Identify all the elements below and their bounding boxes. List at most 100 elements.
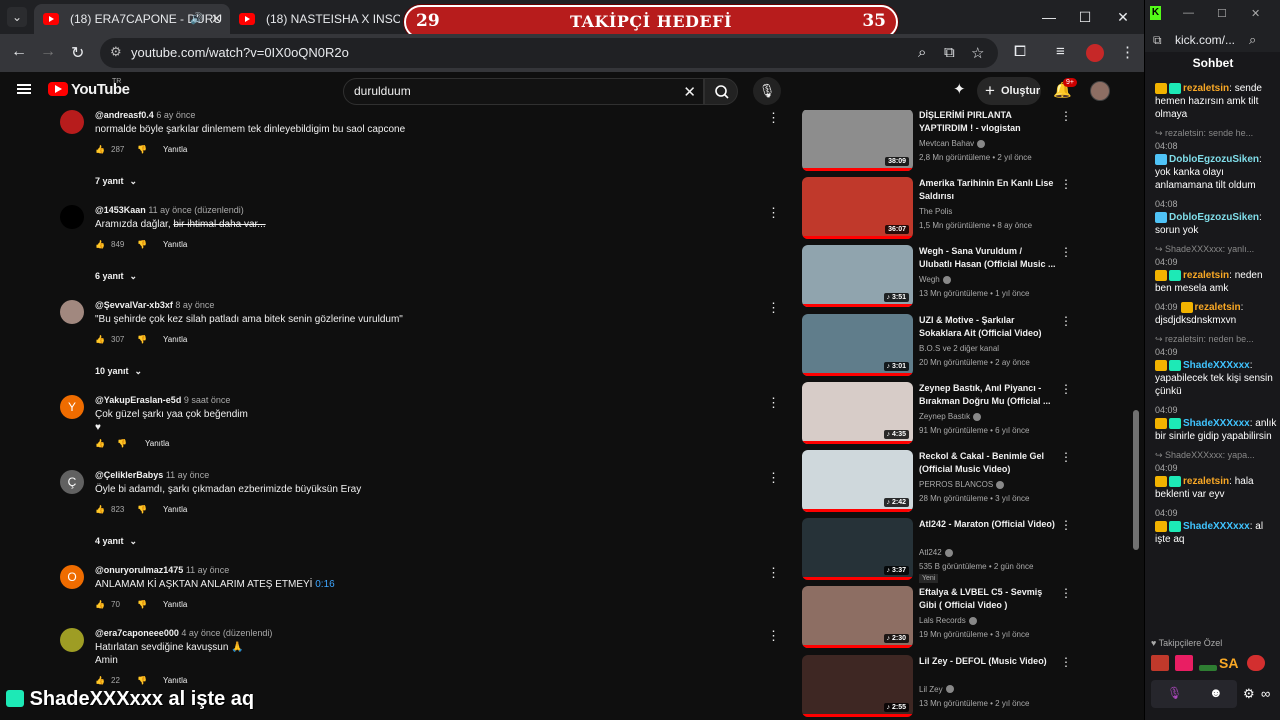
comment-author[interactable]: @1453Kaan	[95, 205, 146, 215]
emoji-icon[interactable]: ☻	[1209, 685, 1223, 700]
comment-menu-icon[interactable]: ⋮	[767, 110, 780, 126]
reply-button[interactable]: Yanıtla	[163, 676, 187, 685]
clear-search-icon[interactable]: ✕	[683, 83, 696, 101]
video-thumbnail[interactable]: 36:07	[802, 177, 913, 240]
chat-settings-icon[interactable]: ⚙	[1243, 686, 1255, 702]
video-title[interactable]: Atl242 - Maraton (Official Video)	[919, 518, 1057, 531]
bookmark-star-icon[interactable]: ☆	[971, 44, 984, 62]
recommended-video[interactable]: ♪ 2:42 Reckol & Cakal - Benimle Gel (Offi…	[802, 450, 1082, 514]
microphone-icon[interactable]: 🎙	[1167, 686, 1182, 700]
reply-preview[interactable]: ↪ ShadeXXXxxx: yanlı...	[1155, 243, 1277, 256]
reply-preview[interactable]: ↪ rezaletsin: neden be...	[1155, 333, 1277, 346]
chat-username[interactable]: DobloEgzozuSiken	[1169, 212, 1259, 223]
media-control-icon[interactable]: ≡	[1056, 43, 1065, 60]
dislike-icon[interactable]: 👎	[137, 505, 147, 514]
recommended-video[interactable]: 36:07 Amerika Tarihinin En Kanlı Lise Sal…	[802, 177, 1082, 241]
comment-time[interactable]: 9 saat önce	[184, 395, 231, 405]
like-icon[interactable]: 👍	[95, 439, 105, 448]
comment-avatar[interactable]	[60, 628, 84, 652]
recommended-video[interactable]: ♪ 2:55 Lil Zey - DEFOL (Music Video) Lil Z…	[802, 654, 1082, 719]
video-channel[interactable]: Atl242	[919, 548, 953, 557]
comment-author[interactable]: @era7caponeee000	[95, 628, 179, 638]
video-channel[interactable]: B.O.S ve 2 diğer kanal	[919, 344, 999, 353]
video-thumbnail[interactable]: 38:09	[802, 110, 913, 171]
comment-author[interactable]: @ŞevvalVar-xb3xf	[95, 300, 173, 310]
channel-name[interactable]: Atl242	[919, 548, 942, 557]
video-title[interactable]: UZI & Motive - Şarkılar Sokaklara Ait (O…	[919, 314, 1057, 340]
dislike-icon[interactable]: 👎	[117, 439, 127, 448]
comment-menu-icon[interactable]: ⋮	[767, 205, 780, 221]
emote-icon[interactable]	[1151, 655, 1169, 671]
comment-time[interactable]: 11 ay önce	[166, 470, 209, 480]
channel-name[interactable]: Lil Zey	[919, 685, 943, 694]
reply-button[interactable]: Yanıtla	[163, 505, 187, 514]
comment-time[interactable]: 6 ay önce	[156, 110, 195, 120]
video-channel[interactable]: Wegh	[919, 275, 951, 284]
recommended-video[interactable]: ♪ 4:35 Zeynep Bastık, Anıl Piyancı - Bıra…	[802, 381, 1082, 446]
comment-avatar[interactable]: Ç	[60, 470, 84, 494]
video-thumbnail[interactable]: ♪ 2:42	[802, 450, 913, 512]
channel-name[interactable]: Mevtcan Bahav	[919, 139, 974, 148]
like-icon[interactable]: 👍	[95, 145, 105, 154]
channel-name[interactable]: Lals Records	[919, 616, 966, 625]
video-thumbnail[interactable]: ♪ 4:35	[802, 381, 913, 444]
comment-author[interactable]: @onuryorulmaz1475	[95, 565, 183, 575]
video-menu-icon[interactable]: ⋮	[1060, 314, 1072, 328]
video-title[interactable]: Amerika Tarihinin En Kanlı Lise Saldırıs…	[919, 177, 1057, 203]
video-channel[interactable]: Zeynep Bastık	[919, 412, 982, 421]
video-menu-icon[interactable]: ⋮	[1060, 586, 1072, 600]
channel-name[interactable]: Wegh	[919, 275, 940, 284]
dislike-icon[interactable]: 👎	[137, 240, 147, 249]
reply-button[interactable]: Yanıtla	[163, 240, 187, 249]
chat-username[interactable]: ShadeXXXxxx	[1183, 521, 1250, 532]
chat-search-icon[interactable]: ⌕	[1249, 32, 1256, 48]
menu-dots-icon[interactable]: ⋮	[1120, 43, 1135, 61]
dislike-icon[interactable]: 👎	[137, 145, 147, 154]
dislike-icon[interactable]: 👎	[137, 676, 147, 685]
comment-avatar[interactable]	[60, 300, 84, 324]
video-channel[interactable]: Lil Zey	[919, 685, 954, 694]
like-icon[interactable]: 👍	[95, 240, 105, 249]
like-icon[interactable]: 👍	[95, 600, 105, 609]
page-scrollbar[interactable]	[1132, 110, 1140, 720]
comment-author[interactable]: @andreasf0.4	[95, 110, 154, 120]
chat-minimize-icon[interactable]: —	[1183, 7, 1194, 19]
video-title[interactable]: Zeynep Bastık, Anıl Piyancı - Bırakman D…	[919, 382, 1057, 408]
reply-preview[interactable]: ↪ ShadeXXXxxx: yapa...	[1155, 449, 1277, 462]
comment-timestamp-link[interactable]: 0:16	[315, 579, 334, 590]
show-replies-button[interactable]: 4 yanıt ⌄	[95, 536, 137, 547]
site-info-icon[interactable]: ⚙	[110, 44, 122, 60]
video-menu-icon[interactable]: ⋮	[1060, 110, 1072, 123]
comment-author[interactable]: @ÇeliklerBabys	[95, 470, 163, 480]
hamburger-menu-icon[interactable]	[17, 84, 31, 94]
channel-name[interactable]: Zeynep Bastık	[919, 412, 970, 421]
address-bar[interactable]: ⚙ youtube.com/watch?v=0IX0oQN0R2o ⌕ ⧉ ☆	[100, 38, 998, 68]
recommended-video[interactable]: ♪ 2:30 Eftalya & LVBEL C5 - Sevmiş Gibi (…	[802, 586, 1082, 650]
profile-avatar[interactable]	[1086, 44, 1104, 62]
forward-icon[interactable]: →	[40, 43, 56, 61]
video-thumbnail[interactable]: ♪ 3:37	[802, 518, 913, 581]
reload-icon[interactable]: ↻	[71, 43, 84, 63]
comment-menu-icon[interactable]: ⋮	[767, 628, 780, 644]
video-thumbnail[interactable]: ♪ 2:30	[802, 586, 913, 649]
reply-button[interactable]: Yanıtla	[145, 439, 169, 448]
browser-tab[interactable]: (18) NASTEISHA X INSOMNIA	[230, 4, 400, 34]
comment-time[interactable]: 8 ay önce	[175, 300, 214, 310]
chat-username[interactable]: ShadeXXXxxx	[1183, 360, 1250, 371]
comment-menu-icon[interactable]: ⋮	[767, 470, 780, 486]
emote-icon[interactable]	[1199, 665, 1217, 671]
like-icon[interactable]: 👍	[95, 676, 105, 685]
video-channel[interactable]: Mevtcan Bahav	[919, 139, 986, 148]
chat-username[interactable]: ShadeXXXxxx	[1183, 418, 1250, 429]
video-menu-icon[interactable]: ⋮	[1060, 655, 1072, 669]
comment-avatar[interactable]: O	[60, 565, 84, 589]
video-title[interactable]: Eftalya & LVBEL C5 - Sevmiş Gibi ( Offic…	[919, 586, 1057, 612]
video-title[interactable]: DİŞLERİMİ PIRLANTA YAPTIRDIM ! - vlogist…	[919, 110, 1057, 135]
video-channel[interactable]: The Polis	[919, 207, 952, 216]
video-channel[interactable]: PERROS BLANCOS	[919, 480, 1005, 489]
show-replies-button[interactable]: 10 yanıt ⌄	[95, 366, 142, 377]
video-title[interactable]: Reckol & Cakal - Benimle Gel (Official M…	[919, 450, 1057, 476]
tab-close-icon[interactable]: ✕	[211, 4, 222, 34]
comment-avatar[interactable]: Y	[60, 395, 84, 419]
chat-input[interactable]: 🎙 ☻	[1151, 680, 1237, 708]
